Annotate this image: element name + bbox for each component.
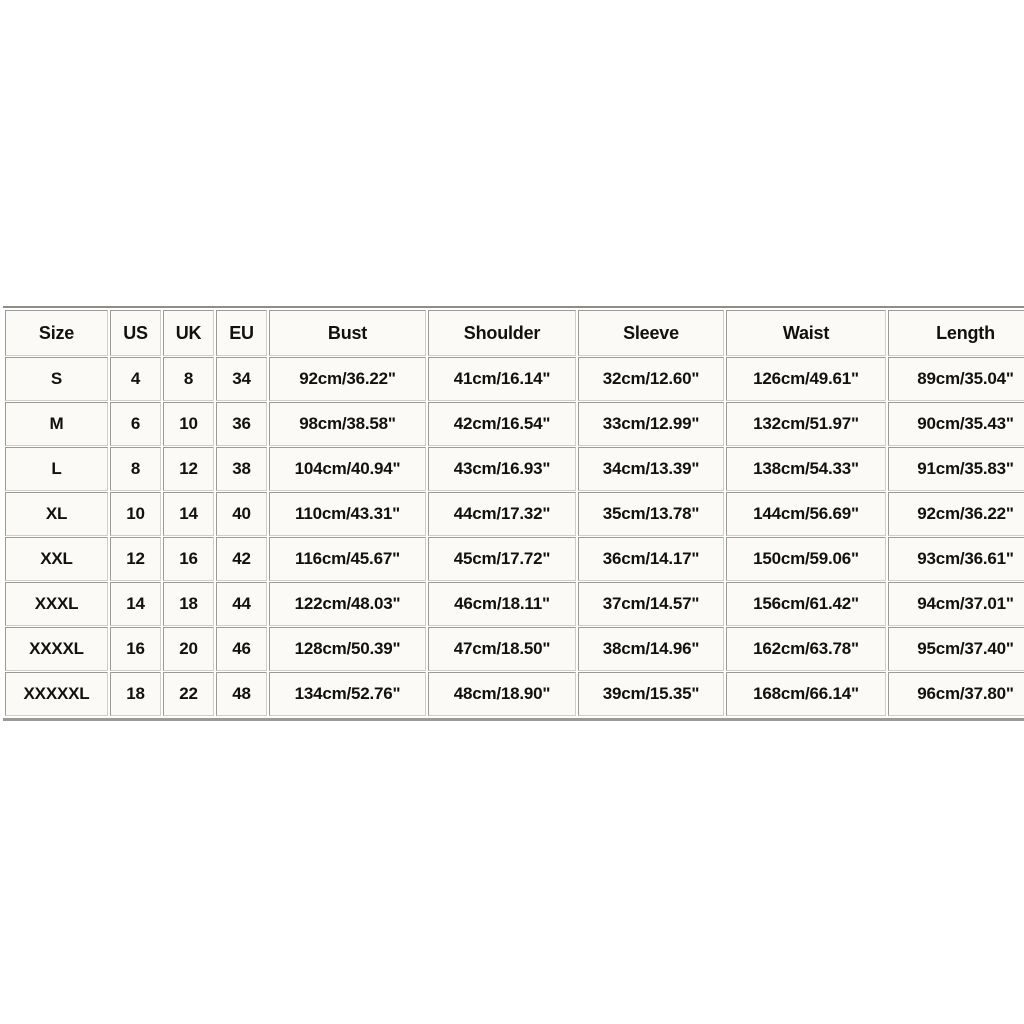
cell-shoulder: 44cm/17.32" (428, 492, 576, 536)
table-header: Size US UK EU Bust Shoulder Sleeve Waist Length (5, 310, 1024, 356)
cell-length: 95cm/37.40" (888, 627, 1024, 671)
cell-us: 14 (110, 582, 161, 626)
cell-us: 6 (110, 402, 161, 446)
cell-waist: 138cm/54.33" (726, 447, 886, 491)
cell-waist: 156cm/61.42" (726, 582, 886, 626)
table-body: S 4 8 34 92cm/36.22" 41cm/16.14" 32cm/12.60" 12… (5, 357, 1024, 716)
cell-shoulder: 48cm/18.90" (428, 672, 576, 716)
cell-eu: 48 (216, 672, 267, 716)
cell-bust: 134cm/52.76" (269, 672, 426, 716)
table-row: XL 10 14 40 110cm/43.31" 44cm/17.32" 35cm/13.7… (5, 492, 1024, 536)
cell-uk: 18 (163, 582, 214, 626)
cell-us: 8 (110, 447, 161, 491)
cell-bust: 128cm/50.39" (269, 627, 426, 671)
column-header-bust: Bust (269, 310, 426, 356)
cell-us: 4 (110, 357, 161, 401)
cell-eu: 40 (216, 492, 267, 536)
cell-eu: 36 (216, 402, 267, 446)
table-row: XXL 12 16 42 116cm/45.67" 45cm/17.72" 36cm/14.… (5, 537, 1024, 581)
table-row: XXXXL 16 20 46 128cm/50.39" 47cm/18.50" 38cm/1… (5, 627, 1024, 671)
cell-eu: 46 (216, 627, 267, 671)
cell-uk: 14 (163, 492, 214, 536)
cell-eu: 44 (216, 582, 267, 626)
column-header-sleeve: Sleeve (578, 310, 724, 356)
size-chart-table: Size US UK EU Bust Shoulder Sleeve Waist Length … (3, 306, 1024, 721)
table-row: XXXXXL 18 22 48 134cm/52.76" 48cm/18.90" 39cm/… (5, 672, 1024, 716)
cell-shoulder: 47cm/18.50" (428, 627, 576, 671)
cell-eu: 42 (216, 537, 267, 581)
cell-length: 90cm/35.43" (888, 402, 1024, 446)
cell-size: XL (5, 492, 108, 536)
cell-us: 10 (110, 492, 161, 536)
cell-sleeve: 39cm/15.35" (578, 672, 724, 716)
cell-sleeve: 32cm/12.60" (578, 357, 724, 401)
cell-length: 94cm/37.01" (888, 582, 1024, 626)
cell-sleeve: 34cm/13.39" (578, 447, 724, 491)
cell-uk: 8 (163, 357, 214, 401)
cell-shoulder: 43cm/16.93" (428, 447, 576, 491)
cell-size: XXL (5, 537, 108, 581)
cell-sleeve: 36cm/14.17" (578, 537, 724, 581)
table-row: XXXL 14 18 44 122cm/48.03" 46cm/18.11" 37cm/14… (5, 582, 1024, 626)
cell-size: XXXXL (5, 627, 108, 671)
cell-length: 89cm/35.04" (888, 357, 1024, 401)
cell-eu: 34 (216, 357, 267, 401)
column-header-eu: EU (216, 310, 267, 356)
table-row: M 6 10 36 98cm/38.58" 42cm/16.54" 33cm/12.99" 1… (5, 402, 1024, 446)
cell-us: 18 (110, 672, 161, 716)
cell-sleeve: 33cm/12.99" (578, 402, 724, 446)
cell-size: XXXL (5, 582, 108, 626)
cell-us: 12 (110, 537, 161, 581)
cell-waist: 144cm/56.69" (726, 492, 886, 536)
cell-sleeve: 38cm/14.96" (578, 627, 724, 671)
cell-bust: 104cm/40.94" (269, 447, 426, 491)
header-row: Size US UK EU Bust Shoulder Sleeve Waist Length (5, 310, 1024, 356)
table-row: L 8 12 38 104cm/40.94" 43cm/16.93" 34cm/13.39"… (5, 447, 1024, 491)
cell-bust: 92cm/36.22" (269, 357, 426, 401)
column-header-length: Length (888, 310, 1024, 356)
cell-bust: 110cm/43.31" (269, 492, 426, 536)
cell-waist: 150cm/59.06" (726, 537, 886, 581)
cell-size: L (5, 447, 108, 491)
cell-size: M (5, 402, 108, 446)
cell-waist: 132cm/51.97" (726, 402, 886, 446)
cell-sleeve: 35cm/13.78" (578, 492, 724, 536)
cell-shoulder: 45cm/17.72" (428, 537, 576, 581)
cell-uk: 10 (163, 402, 214, 446)
cell-shoulder: 46cm/18.11" (428, 582, 576, 626)
cell-bust: 122cm/48.03" (269, 582, 426, 626)
cell-uk: 16 (163, 537, 214, 581)
cell-shoulder: 41cm/16.14" (428, 357, 576, 401)
cell-sleeve: 37cm/14.57" (578, 582, 724, 626)
cell-length: 91cm/35.83" (888, 447, 1024, 491)
column-header-waist: Waist (726, 310, 886, 356)
column-header-us: US (110, 310, 161, 356)
column-header-uk: UK (163, 310, 214, 356)
column-header-size: Size (5, 310, 108, 356)
cell-shoulder: 42cm/16.54" (428, 402, 576, 446)
table-row: S 4 8 34 92cm/36.22" 41cm/16.14" 32cm/12.60" 12… (5, 357, 1024, 401)
cell-length: 93cm/36.61" (888, 537, 1024, 581)
cell-size: S (5, 357, 108, 401)
cell-waist: 168cm/66.14" (726, 672, 886, 716)
column-header-shoulder: Shoulder (428, 310, 576, 356)
cell-size: XXXXXL (5, 672, 108, 716)
cell-waist: 162cm/63.78" (726, 627, 886, 671)
cell-waist: 126cm/49.61" (726, 357, 886, 401)
cell-length: 92cm/36.22" (888, 492, 1024, 536)
cell-uk: 20 (163, 627, 214, 671)
cell-uk: 22 (163, 672, 214, 716)
cell-us: 16 (110, 627, 161, 671)
cell-bust: 116cm/45.67" (269, 537, 426, 581)
cell-length: 96cm/37.80" (888, 672, 1024, 716)
size-chart-container: Size US UK EU Bust Shoulder Sleeve Waist Length … (3, 306, 1024, 721)
cell-uk: 12 (163, 447, 214, 491)
cell-eu: 38 (216, 447, 267, 491)
cell-bust: 98cm/38.58" (269, 402, 426, 446)
